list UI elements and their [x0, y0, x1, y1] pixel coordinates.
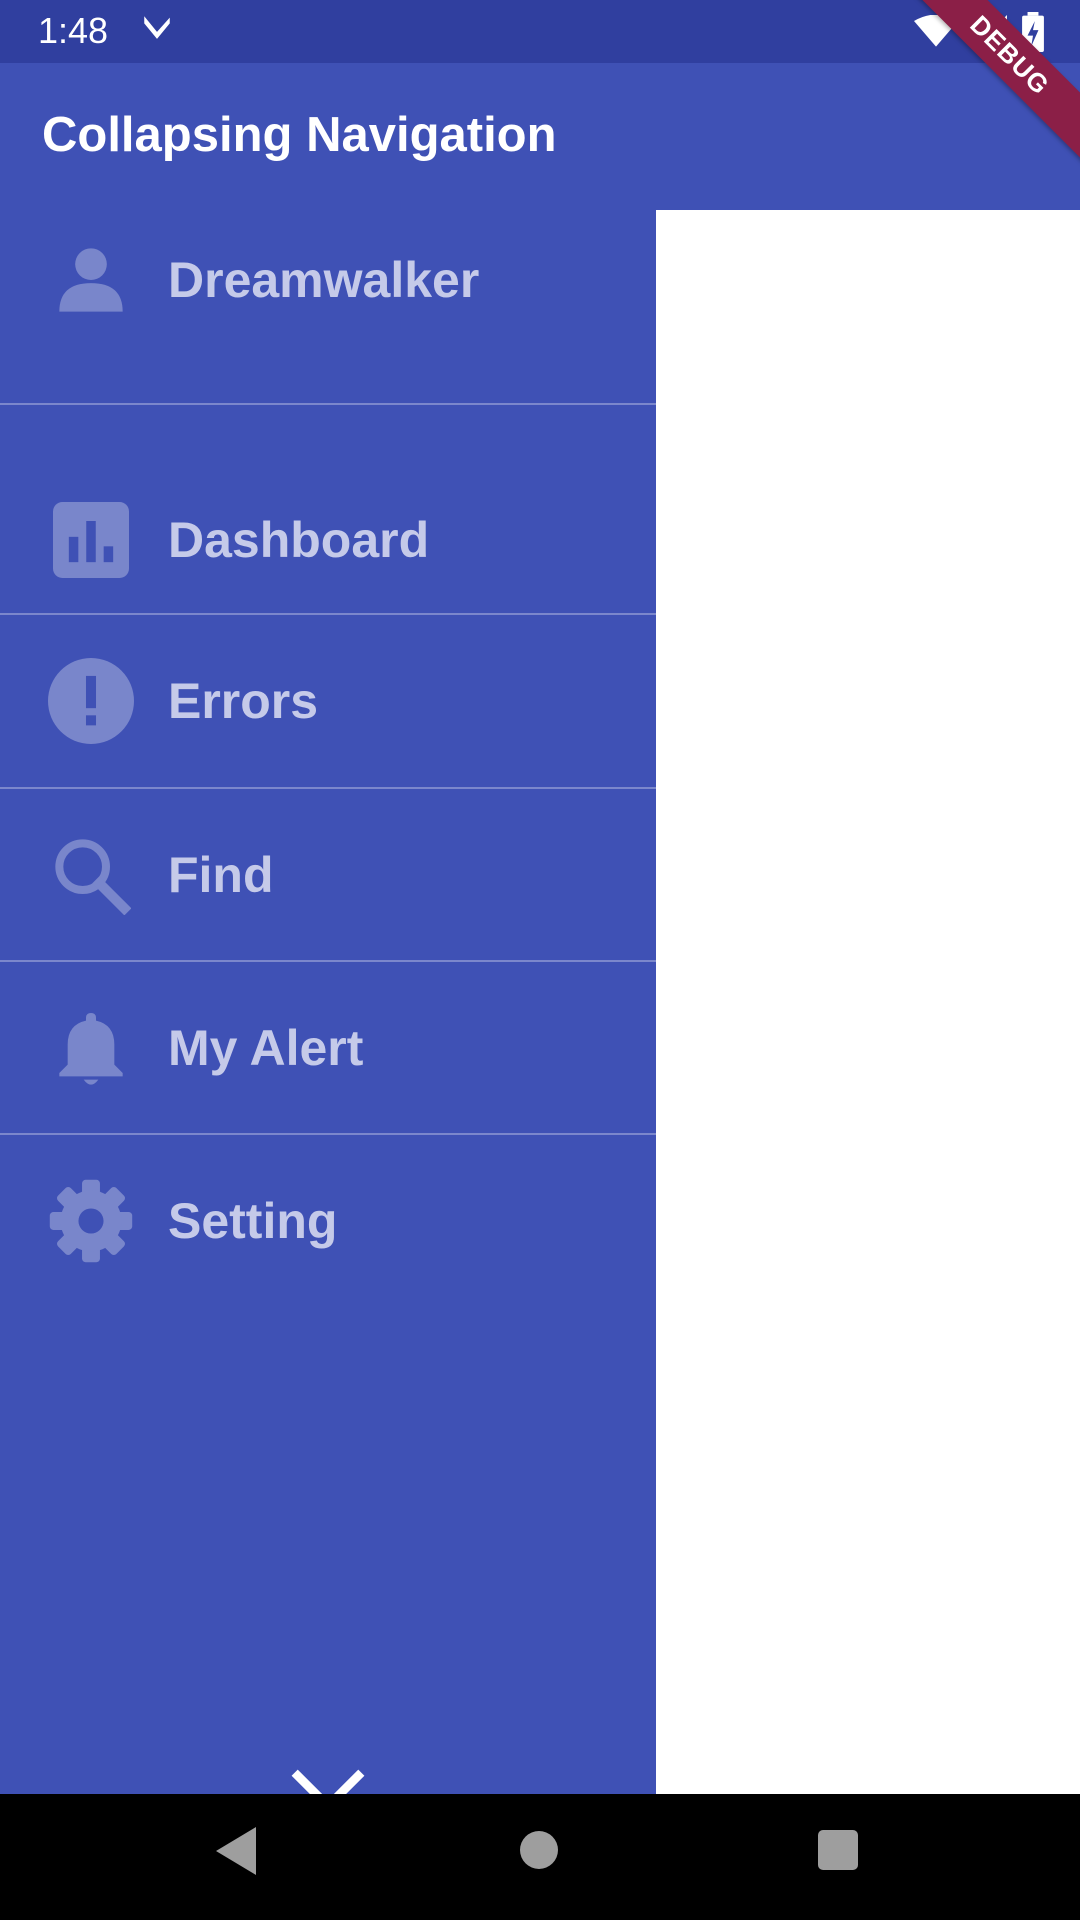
- home-icon[interactable]: [520, 1831, 558, 1869]
- profile-header[interactable]: Dreamwalker: [0, 230, 656, 330]
- navigation-drawer: Dreamwalker Dashboard Errors Find My Ale…: [0, 210, 656, 1843]
- person-icon: [48, 237, 134, 323]
- back-icon[interactable]: [215, 1827, 257, 1875]
- status-bar: 1:48: [0, 0, 1080, 63]
- gear-icon: [48, 1178, 134, 1264]
- nav-item-errors[interactable]: Errors: [0, 615, 656, 787]
- error-icon: [48, 658, 134, 744]
- nav-label-setting: Setting: [168, 1193, 338, 1249]
- status-time: 1:48: [38, 10, 109, 51]
- dashboard-icon: [48, 497, 134, 583]
- nav-item-dashboard[interactable]: Dashboard: [0, 475, 656, 605]
- search-icon: [48, 832, 134, 918]
- nav-item-find[interactable]: Find: [0, 789, 656, 961]
- app-notification-icon: [144, 16, 170, 39]
- nav-item-setting[interactable]: Setting: [0, 1135, 656, 1307]
- main-content: [656, 210, 1080, 1794]
- nav-label-my-alert: My Alert: [168, 1020, 364, 1076]
- divider: [0, 403, 656, 405]
- nav-label-errors: Errors: [168, 673, 319, 729]
- nav-item-my-alert[interactable]: My Alert: [0, 962, 656, 1134]
- nav-label-dashboard: Dashboard: [168, 512, 430, 568]
- bell-icon: [48, 1005, 134, 1091]
- app-title: Collapsing Navigation: [42, 108, 557, 162]
- system-nav-bar: [0, 1794, 1080, 1920]
- profile-name: Dreamwalker: [168, 252, 480, 308]
- nav-label-find: Find: [168, 847, 274, 903]
- app-bar: Collapsing Navigation: [0, 63, 1080, 210]
- recents-icon[interactable]: [818, 1830, 858, 1870]
